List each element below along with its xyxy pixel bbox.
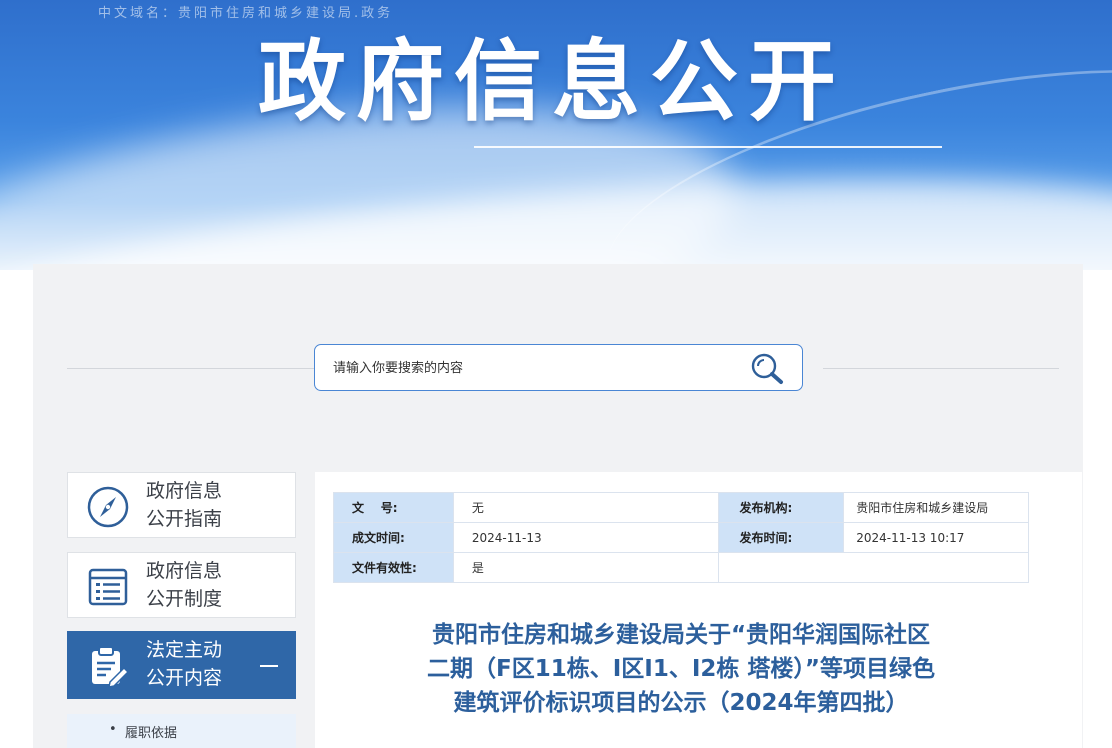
main-panel: 文 号: 无 发布机构: 贵阳市住房和城乡建设局 成文时间: 2024-11-1… bbox=[315, 472, 1082, 748]
divider bbox=[823, 368, 1059, 369]
title-line: 贵阳市住房和城乡建设局关于“贵阳华润国际社区 bbox=[431, 622, 931, 648]
content-area: 政府信息 公开指南 政府信息 公开制度 bbox=[33, 264, 1083, 748]
list-document-icon bbox=[88, 568, 128, 606]
sidebar-item-label: 政府信息 公开指南 bbox=[146, 477, 222, 533]
title-line: 二期（F区11栋、I区I1、I2栋 塔楼）”等项目绿色 bbox=[426, 656, 936, 682]
sidebar-item-guide[interactable]: 政府信息 公开指南 bbox=[67, 472, 296, 538]
document-title: 贵阳市住房和城乡建设局关于“贵阳华润国际社区 二期（F区11栋、I区I1、I2栋… bbox=[335, 618, 1027, 720]
meta-empty-cell bbox=[718, 552, 1029, 583]
meta-label: 文 号: bbox=[333, 492, 454, 523]
label-line: 政府信息 bbox=[146, 480, 223, 502]
meta-value: 2024-11-13 bbox=[452, 522, 720, 553]
table-row: 成文时间: 2024-11-13 发布时间: 2024-11-13 10:17 bbox=[333, 522, 1029, 553]
sidebar-subitems: 履职依据 bbox=[67, 714, 296, 748]
title-line: 建筑评价标识项目的公示（2024年第四批） bbox=[453, 690, 909, 716]
label-line: 政府信息 bbox=[146, 560, 223, 582]
search-box bbox=[314, 344, 803, 391]
divider bbox=[67, 368, 325, 369]
meta-label: 发布时间: bbox=[718, 522, 845, 553]
label-line: 公开内容 bbox=[146, 667, 223, 689]
label-line: 法定主动 bbox=[146, 639, 223, 661]
domain-label: 中文域名：贵阳市住房和城乡建设局.政务 bbox=[98, 6, 394, 21]
compass-icon bbox=[87, 486, 129, 528]
title-underline bbox=[474, 146, 942, 148]
search-icon bbox=[751, 353, 783, 384]
meta-label: 文件有效性: bbox=[333, 552, 454, 583]
sidebar-item-label: 政府信息 公开制度 bbox=[146, 557, 222, 613]
table-row: 文 号: 无 发布机构: 贵阳市住房和城乡建设局 bbox=[333, 492, 1029, 523]
sidebar-subitem[interactable]: 履职依据 bbox=[109, 722, 177, 741]
search-input[interactable] bbox=[333, 357, 733, 379]
label-line: 公开指南 bbox=[146, 508, 223, 530]
document-meta-table: 文 号: 无 发布机构: 贵阳市住房和城乡建设局 成文时间: 2024-11-1… bbox=[333, 492, 1029, 583]
table-row: 文件有效性: 是 bbox=[333, 552, 1029, 583]
sidebar-item-label: 法定主动 公开内容 bbox=[146, 636, 222, 692]
meta-value: 贵阳市住房和城乡建设局 bbox=[843, 492, 1029, 523]
collapse-icon[interactable] bbox=[260, 665, 278, 667]
search-button[interactable] bbox=[747, 351, 787, 387]
page-title: 政府信息公开 bbox=[258, 30, 847, 133]
clipboard-edit-icon bbox=[92, 646, 130, 688]
header-banner: 中文域名：贵阳市住房和城乡建设局.政务 政府信息公开 bbox=[0, 0, 1112, 270]
sidebar-item-system[interactable]: 政府信息 公开制度 bbox=[67, 552, 296, 618]
meta-label: 发布机构: bbox=[718, 492, 845, 523]
sidebar-item-statutory-content[interactable]: 法定主动 公开内容 bbox=[67, 631, 296, 699]
meta-value: 是 bbox=[452, 552, 720, 583]
meta-value: 无 bbox=[452, 492, 720, 523]
meta-value: 2024-11-13 10:17 bbox=[843, 522, 1029, 553]
label-line: 公开制度 bbox=[146, 588, 223, 610]
meta-label: 成文时间: bbox=[333, 522, 454, 553]
